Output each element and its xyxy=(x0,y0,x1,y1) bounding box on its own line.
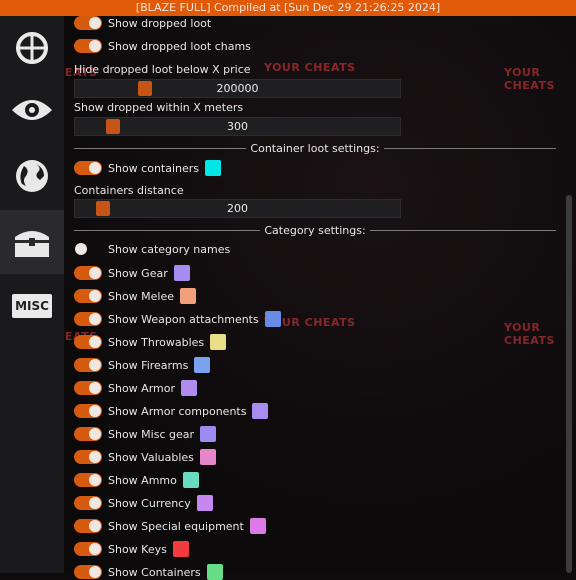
show-dropped-loot-chams-label: Show dropped loot chams xyxy=(108,39,251,53)
category-row[interactable]: Show Valuables xyxy=(74,449,216,465)
show-dropped-loot-row[interactable]: Show dropped loot xyxy=(74,16,211,30)
color-swatch[interactable] xyxy=(194,357,211,373)
show-dropped-loot-chams-toggle[interactable] xyxy=(74,39,102,53)
show-dropped-loot-label: Show dropped loot xyxy=(108,16,212,30)
hide-below-price-label: Hide dropped loot below X price xyxy=(74,63,251,76)
color-swatch[interactable] xyxy=(180,288,197,304)
category-row[interactable]: Show Weapon attachments xyxy=(74,311,281,327)
show-containers-toggle[interactable] xyxy=(74,161,102,175)
color-swatch[interactable] xyxy=(172,541,189,557)
category-toggle[interactable] xyxy=(74,565,102,579)
hide-below-price-slider[interactable]: 200000 xyxy=(74,79,401,98)
category-row[interactable]: Show category names xyxy=(74,242,230,256)
color-swatch[interactable] xyxy=(205,160,222,176)
category-label: Show Keys xyxy=(108,542,167,556)
container-section-title: Container loot settings: xyxy=(250,141,380,155)
globe-icon xyxy=(16,160,48,192)
category-row[interactable]: Show Throwables xyxy=(74,334,227,350)
show-dropped-loot-toggle[interactable] xyxy=(74,16,102,30)
category-toggle[interactable] xyxy=(74,266,102,280)
misc-icon: MISC xyxy=(12,294,52,318)
category-section-header: Category settings: xyxy=(74,223,557,237)
within-meters-slider[interactable]: 300 xyxy=(74,117,401,136)
category-row[interactable]: Show Misc gear xyxy=(74,426,217,442)
containers-distance-label: Containers distance xyxy=(74,184,184,197)
category-label: Show Throwables xyxy=(108,335,205,349)
category-label: Show Misc gear xyxy=(108,427,195,441)
color-swatch[interactable] xyxy=(181,380,197,396)
category-toggle[interactable] xyxy=(74,427,102,441)
category-row[interactable]: Show Ammo xyxy=(74,472,199,488)
show-dropped-loot-chams-row[interactable]: Show dropped loot chams xyxy=(74,39,251,53)
category-label: Show Valuables xyxy=(108,450,194,464)
category-toggle[interactable] xyxy=(74,335,102,349)
category-row[interactable]: Show Currency xyxy=(74,495,213,511)
nav-misc[interactable]: MISC xyxy=(0,274,64,338)
category-toggle[interactable] xyxy=(74,358,102,372)
category-label: Show Special equipment xyxy=(108,519,244,533)
color-swatch[interactable] xyxy=(196,495,213,511)
color-swatch[interactable] xyxy=(249,518,266,534)
category-row[interactable]: Show Containers xyxy=(74,564,223,580)
slider-value: 300 xyxy=(227,120,248,133)
category-toggle[interactable] xyxy=(74,542,102,556)
nav-aim[interactable] xyxy=(0,16,64,80)
color-swatch[interactable] xyxy=(252,403,269,419)
slider-value: 200000 xyxy=(216,82,259,95)
category-toggle[interactable] xyxy=(74,404,102,418)
containers-distance-slider[interactable]: 200 xyxy=(74,199,401,218)
category-row[interactable]: Show Armor xyxy=(74,380,197,396)
watermark: YOUR CHEATS xyxy=(264,61,356,74)
category-label: Show Firearms xyxy=(108,358,189,372)
category-section-title: Category settings: xyxy=(264,223,366,237)
color-swatch[interactable] xyxy=(206,564,223,580)
nav-world[interactable] xyxy=(0,144,64,208)
category-toggle[interactable] xyxy=(74,312,102,326)
color-swatch[interactable] xyxy=(173,265,190,281)
color-swatch[interactable] xyxy=(264,311,281,327)
category-row[interactable]: Show Keys xyxy=(74,541,189,557)
category-toggle[interactable] xyxy=(74,496,102,510)
category-label: Show Gear xyxy=(108,266,168,280)
watermark: YOUR CHEATS xyxy=(504,66,555,92)
category-label: Show Armor xyxy=(108,381,175,395)
category-row[interactable]: Show Firearms xyxy=(74,357,211,373)
category-row[interactable]: Show Special equipment xyxy=(74,518,266,534)
color-swatch[interactable] xyxy=(200,426,217,442)
scrollbar[interactable] xyxy=(566,195,572,573)
category-label: Show Currency xyxy=(108,496,191,510)
category-toggle[interactable] xyxy=(74,519,102,533)
crosshair-icon xyxy=(16,32,48,64)
category-label: Show Ammo xyxy=(108,473,177,487)
chest-icon xyxy=(15,231,49,257)
nav-visuals[interactable] xyxy=(0,78,64,142)
color-swatch[interactable] xyxy=(199,449,216,465)
category-row[interactable]: Show Melee xyxy=(74,288,197,304)
color-swatch[interactable] xyxy=(210,334,227,350)
eye-icon xyxy=(12,100,52,120)
slider-value: 200 xyxy=(227,202,248,215)
category-label: Show Armor components xyxy=(108,404,247,418)
category-label: Show category names xyxy=(108,242,231,256)
show-containers-label: Show containers xyxy=(108,161,200,175)
misc-label: MISC xyxy=(15,299,49,313)
sidebar: MISC xyxy=(0,16,64,573)
container-section-header: Container loot settings: xyxy=(74,141,556,155)
category-row[interactable]: Show Armor components xyxy=(74,403,269,419)
category-toggle[interactable] xyxy=(74,450,102,464)
category-row[interactable]: Show Gear xyxy=(74,265,190,281)
category-label: Show Melee xyxy=(108,289,175,303)
window-title-bar: [BLAZE FULL] Compiled at [Sun Dec 29 21:… xyxy=(0,0,576,16)
category-toggle[interactable] xyxy=(74,289,102,303)
category-label: Show Containers xyxy=(108,565,201,579)
nav-loot[interactable] xyxy=(0,210,64,274)
category-toggle[interactable] xyxy=(74,242,102,256)
color-swatch[interactable] xyxy=(182,472,199,488)
within-meters-label: Show dropped within X meters xyxy=(74,101,244,114)
category-toggle[interactable] xyxy=(74,381,102,395)
category-label: Show Weapon attachments xyxy=(108,312,259,326)
show-containers-row[interactable]: Show containers xyxy=(74,160,222,176)
category-toggle[interactable] xyxy=(74,473,102,487)
